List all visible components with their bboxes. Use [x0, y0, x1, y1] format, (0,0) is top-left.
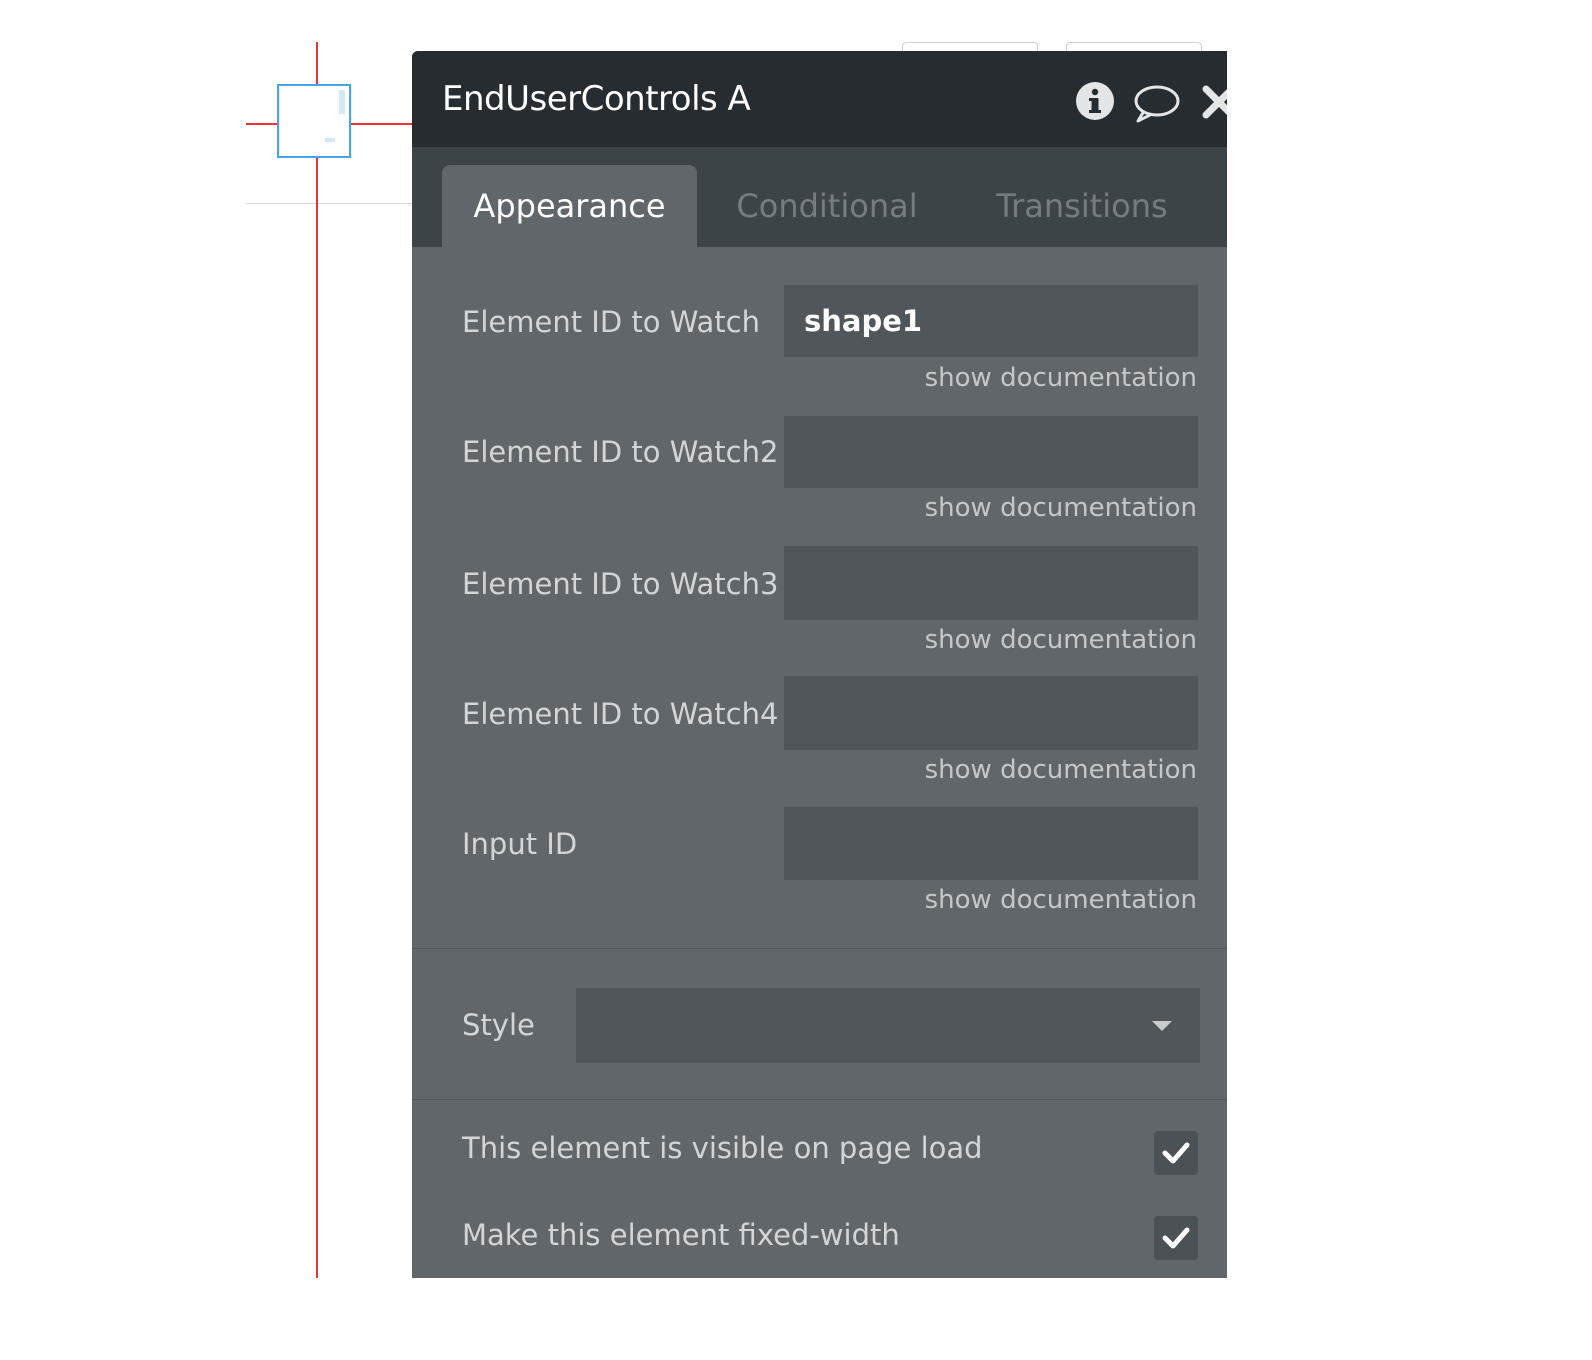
field-label: Element ID to Watch — [462, 305, 761, 339]
comment-icon[interactable] — [1132, 83, 1180, 129]
field-element-id-to-watch: Element ID to Watch show documentation — [412, 285, 1227, 405]
field-label: Element ID to Watch3 — [462, 567, 779, 601]
element-id-input[interactable] — [784, 285, 1198, 357]
element-preview-bar — [339, 90, 345, 114]
element-id-3-input[interactable] — [784, 546, 1198, 620]
field-element-id-to-watch3: Element ID to Watch3 show documentation — [412, 546, 1227, 666]
element-id-4-input[interactable] — [784, 676, 1198, 750]
style-label: Style — [462, 1008, 535, 1042]
tab-conditional[interactable]: Conditional — [712, 165, 942, 247]
field-label: Element ID to Watch4 — [462, 697, 779, 731]
canvas-divider-line — [246, 203, 414, 204]
field-label: Input ID — [462, 827, 578, 861]
input-id-input[interactable] — [784, 807, 1198, 880]
element-id-2-input[interactable] — [784, 416, 1198, 488]
field-element-id-to-watch4: Element ID to Watch4 show documentation — [412, 676, 1227, 796]
tab-bar: Appearance Conditional Transitions — [412, 147, 1227, 247]
show-documentation-link[interactable]: show documentation — [925, 493, 1197, 523]
chevron-down-icon — [1152, 1021, 1172, 1031]
property-editor-panel: EndUserControls A Appearance Conditional — [412, 51, 1227, 1278]
close-icon[interactable] — [1202, 85, 1227, 123]
show-documentation-link[interactable]: show documentation — [925, 625, 1197, 655]
fixed-width-label: Make this element fixed-width — [462, 1218, 900, 1252]
alignment-guide-vertical — [316, 42, 318, 1278]
element-preview-mark — [325, 138, 335, 142]
panel-header[interactable]: EndUserControls A — [412, 51, 1227, 147]
checkmark-icon — [1162, 1142, 1190, 1164]
checkmark-icon — [1162, 1227, 1190, 1249]
tab-transitions[interactable]: Transitions — [972, 165, 1192, 247]
style-dropdown[interactable] — [576, 988, 1200, 1063]
visible-on-load-checkbox[interactable] — [1154, 1131, 1198, 1175]
tab-appearance[interactable]: Appearance — [442, 165, 697, 247]
section-divider — [412, 948, 1227, 949]
selected-canvas-element[interactable] — [277, 84, 351, 158]
show-documentation-link[interactable]: show documentation — [925, 363, 1197, 393]
panel-title: EndUserControls A — [442, 79, 751, 119]
info-icon[interactable] — [1075, 81, 1115, 125]
field-label: Element ID to Watch2 — [462, 435, 779, 469]
section-divider — [412, 1099, 1227, 1100]
fixed-width-checkbox[interactable] — [1154, 1216, 1198, 1260]
field-input-id: Input ID show documentation — [412, 807, 1227, 927]
field-element-id-to-watch2: Element ID to Watch2 show documentation — [412, 416, 1227, 536]
show-documentation-link[interactable]: show documentation — [925, 885, 1197, 915]
visible-on-load-label: This element is visible on page load — [462, 1131, 983, 1165]
show-documentation-link[interactable]: show documentation — [925, 755, 1197, 785]
